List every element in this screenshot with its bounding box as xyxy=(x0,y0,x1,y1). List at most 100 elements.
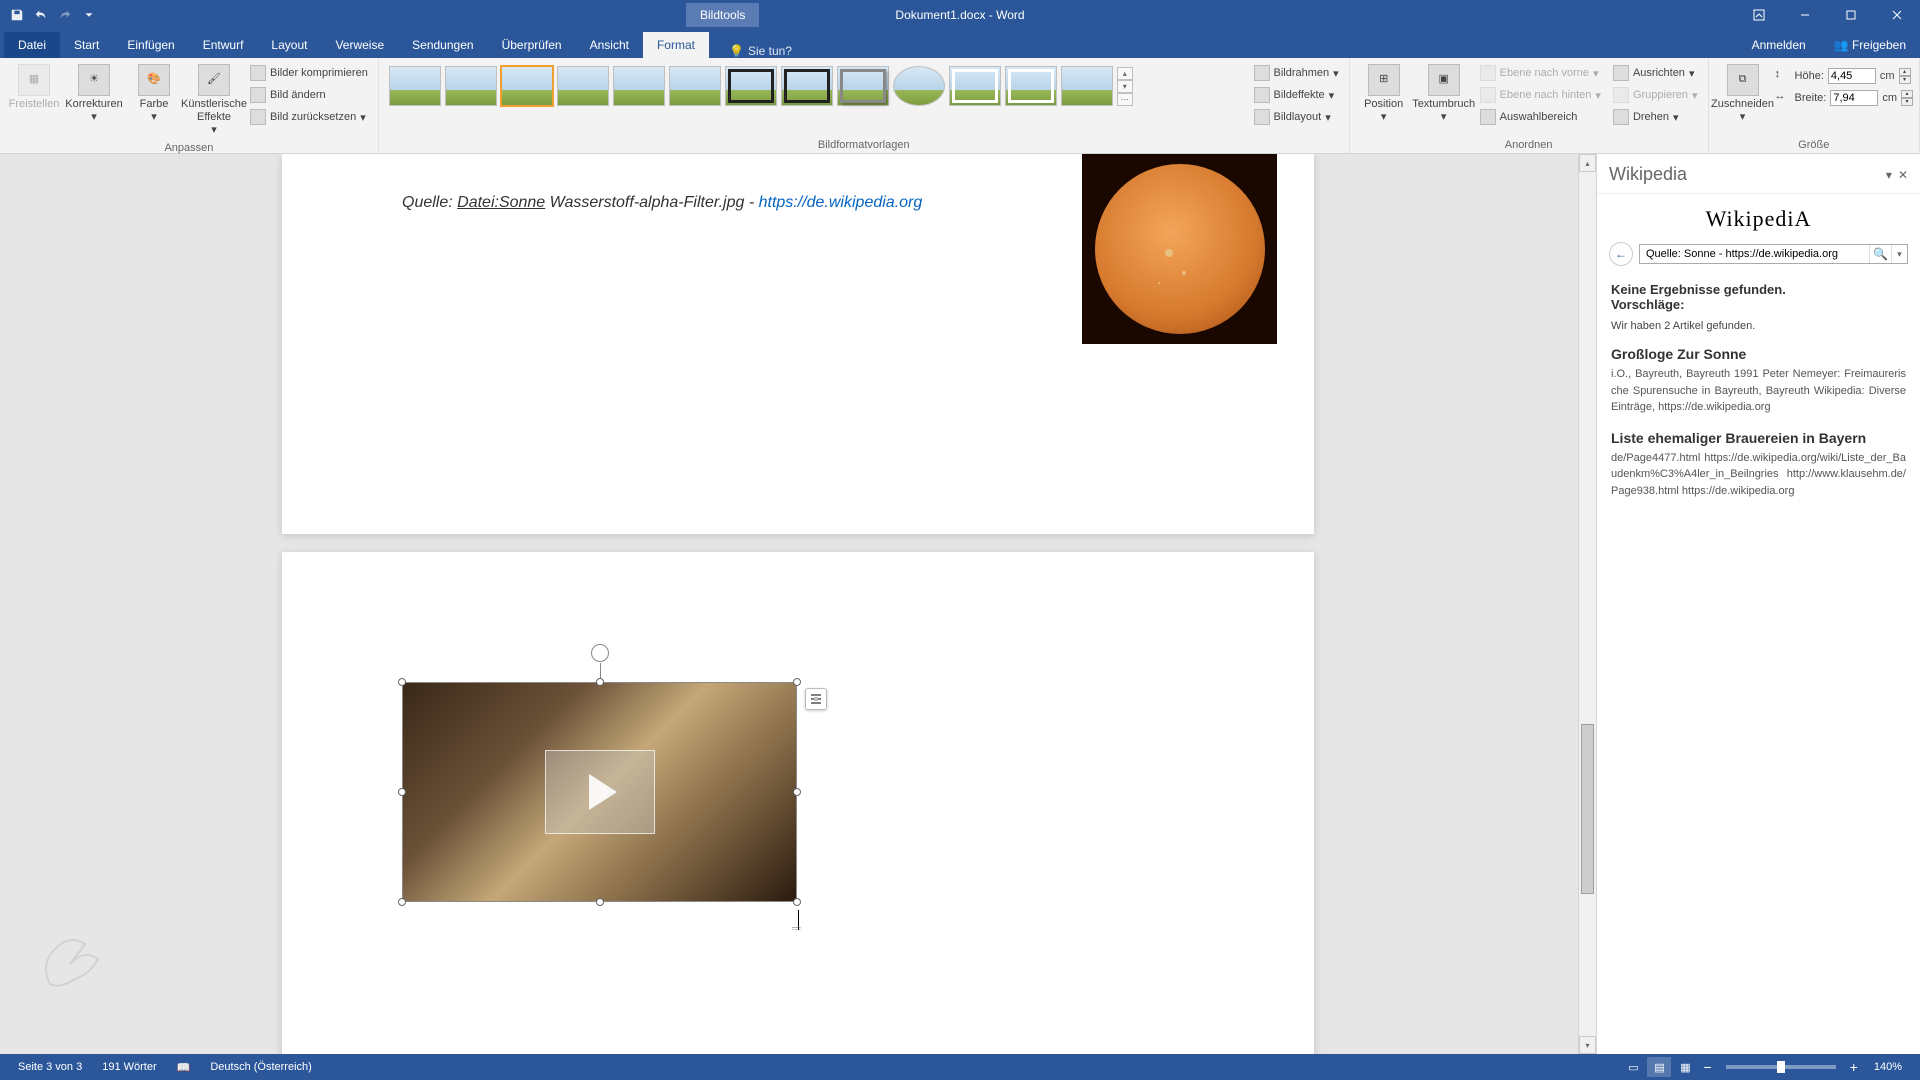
farbe-button[interactable]: 🎨Farbe▾ xyxy=(126,62,182,126)
result-item[interactable]: Liste ehemaliger Brauereien in Bayern de… xyxy=(1611,430,1906,500)
style-item[interactable] xyxy=(557,66,609,106)
style-item[interactable] xyxy=(949,66,1001,106)
resize-handle[interactable] xyxy=(793,678,801,686)
style-item[interactable] xyxy=(1005,66,1057,106)
video-object-selected[interactable]: ⎓ xyxy=(402,682,797,902)
redo-icon[interactable] xyxy=(56,6,74,24)
bildeffekte-button[interactable]: Bildeffekte ▾ xyxy=(1250,86,1343,104)
signin-button[interactable]: Anmelden xyxy=(1738,32,1820,58)
style-item[interactable] xyxy=(837,66,889,106)
resize-handle[interactable] xyxy=(398,898,406,906)
wiki-search-input[interactable] xyxy=(1640,245,1869,263)
ebene-vorne-button[interactable]: Ebene nach vorne ▾ xyxy=(1476,64,1605,82)
width-input[interactable] xyxy=(1830,90,1878,106)
tab-ansicht[interactable]: Ansicht xyxy=(576,32,643,58)
share-button[interactable]: 👥 Freigeben xyxy=(1820,32,1920,58)
drehen-button[interactable]: Drehen ▾ xyxy=(1609,108,1702,126)
tab-sendungen[interactable]: Sendungen xyxy=(398,32,487,58)
image-caption[interactable]: Quelle: Datei:Sonne Wasserstoff-alpha-Fi… xyxy=(402,194,922,212)
rotation-handle[interactable] xyxy=(591,644,609,662)
back-button[interactable]: ← xyxy=(1609,242,1633,266)
result-title[interactable]: Großloge Zur Sonne xyxy=(1611,346,1906,362)
resize-handle[interactable] xyxy=(793,898,801,906)
scroll-up-button[interactable]: ▴ xyxy=(1579,154,1596,172)
tab-einfuegen[interactable]: Einfügen xyxy=(113,32,188,58)
style-item[interactable] xyxy=(781,66,833,106)
tab-datei[interactable]: Datei xyxy=(4,32,60,58)
result-title[interactable]: Liste ehemaliger Brauereien in Bayern xyxy=(1611,430,1906,446)
gallery-scroll[interactable]: ▴▾⋯ xyxy=(1117,67,1133,106)
resize-handle[interactable] xyxy=(398,788,406,796)
word-count[interactable]: 191 Wörter xyxy=(92,1061,166,1073)
tab-verweise[interactable]: Verweise xyxy=(321,32,398,58)
picture-styles-gallery[interactable]: ▴▾⋯ xyxy=(385,62,1137,110)
sun-image[interactable] xyxy=(1082,154,1277,344)
search-icon[interactable]: 🔍 xyxy=(1869,245,1891,263)
resize-handle[interactable] xyxy=(596,678,604,686)
play-button-overlay[interactable] xyxy=(545,750,655,834)
wikipedia-link[interactable]: https://de.wikipedia.org xyxy=(759,194,923,211)
bild-aendern-button[interactable]: Bild ändern xyxy=(246,86,372,104)
bildlayout-button[interactable]: Bildlayout ▾ xyxy=(1250,108,1343,126)
tab-start[interactable]: Start xyxy=(60,32,113,58)
bilder-komprimieren-button[interactable]: Bilder komprimieren xyxy=(246,64,372,82)
web-layout-icon[interactable]: ▦ xyxy=(1673,1057,1697,1077)
bild-zuruecksetzen-button[interactable]: Bild zurücksetzen ▾ xyxy=(246,108,372,126)
zoom-slider[interactable] xyxy=(1726,1065,1836,1069)
page-indicator[interactable]: Seite 3 von 3 xyxy=(8,1061,92,1073)
style-item[interactable] xyxy=(389,66,441,106)
tell-me[interactable]: 💡Sie tun? xyxy=(729,44,792,58)
height-spinner[interactable]: ▴▾ xyxy=(1899,68,1911,84)
height-input[interactable] xyxy=(1828,68,1876,84)
width-spinner[interactable]: ▴▾ xyxy=(1901,90,1913,106)
tab-entwurf[interactable]: Entwurf xyxy=(189,32,258,58)
tab-format[interactable]: Format xyxy=(643,32,709,58)
resize-handle[interactable] xyxy=(398,678,406,686)
proofing-icon[interactable]: 📖 xyxy=(167,1061,201,1074)
language-indicator[interactable]: Deutsch (Österreich) xyxy=(200,1061,321,1073)
result-item[interactable]: Großloge Zur Sonne i.O., Bayreuth, Bayre… xyxy=(1611,346,1906,416)
zoom-thumb[interactable] xyxy=(1777,1061,1785,1073)
style-item[interactable] xyxy=(445,66,497,106)
video-thumbnail[interactable] xyxy=(402,682,797,902)
style-item[interactable] xyxy=(725,66,777,106)
zoom-level[interactable]: 140% xyxy=(1864,1061,1912,1073)
search-dropdown-icon[interactable]: ▾ xyxy=(1891,245,1907,263)
resize-handle[interactable] xyxy=(793,788,801,796)
style-item[interactable] xyxy=(613,66,665,106)
style-item[interactable] xyxy=(501,66,553,106)
zoom-in-button[interactable]: + xyxy=(1846,1059,1862,1075)
korrekturen-button[interactable]: ☀Korrekturen▾ xyxy=(66,62,122,126)
save-icon[interactable] xyxy=(8,6,26,24)
vertical-scrollbar[interactable]: ▴ ▾ xyxy=(1578,154,1596,1054)
tab-ueberpruefen[interactable]: Überprüfen xyxy=(488,32,576,58)
auswahlbereich-button[interactable]: Auswahlbereich xyxy=(1476,108,1605,126)
textumbruch-button[interactable]: ▣Textumbruch▾ xyxy=(1416,62,1472,126)
gruppieren-button[interactable]: Gruppieren ▾ xyxy=(1609,86,1702,104)
ribbon-display-options-icon[interactable] xyxy=(1736,0,1782,30)
style-item[interactable] xyxy=(669,66,721,106)
pane-close-icon[interactable]: ✕ xyxy=(1898,168,1908,182)
layout-options-button[interactable] xyxy=(805,688,827,710)
document-area[interactable]: Quelle: Datei:Sonne Wasserstoff-alpha-Fi… xyxy=(0,154,1596,1054)
style-item[interactable] xyxy=(893,66,945,106)
print-layout-icon[interactable]: ▤ xyxy=(1647,1057,1671,1077)
ebene-hinten-button[interactable]: Ebene nach hinten ▾ xyxy=(1476,86,1605,104)
close-button[interactable] xyxy=(1874,0,1920,30)
read-mode-icon[interactable]: ▭ xyxy=(1621,1057,1645,1077)
tab-layout[interactable]: Layout xyxy=(257,32,321,58)
bildrahmen-button[interactable]: Bildrahmen ▾ xyxy=(1250,64,1343,82)
resize-handle[interactable] xyxy=(596,898,604,906)
freistellen-button[interactable]: ▦Freistellen xyxy=(6,62,62,113)
zuschneiden-button[interactable]: ⧉Zuschneiden▾ xyxy=(1715,62,1771,126)
ausrichten-button[interactable]: Ausrichten ▾ xyxy=(1609,64,1702,82)
position-button[interactable]: ⊞Position▾ xyxy=(1356,62,1412,126)
minimize-button[interactable] xyxy=(1782,0,1828,30)
zoom-out-button[interactable]: − xyxy=(1699,1059,1715,1075)
qat-customize-icon[interactable] xyxy=(80,6,98,24)
undo-icon[interactable] xyxy=(32,6,50,24)
maximize-button[interactable] xyxy=(1828,0,1874,30)
scroll-thumb[interactable] xyxy=(1581,724,1594,894)
effekte-button[interactable]: 🖌Künstlerische Effekte▾ xyxy=(186,62,242,140)
pane-dropdown-icon[interactable]: ▾ xyxy=(1886,168,1892,182)
